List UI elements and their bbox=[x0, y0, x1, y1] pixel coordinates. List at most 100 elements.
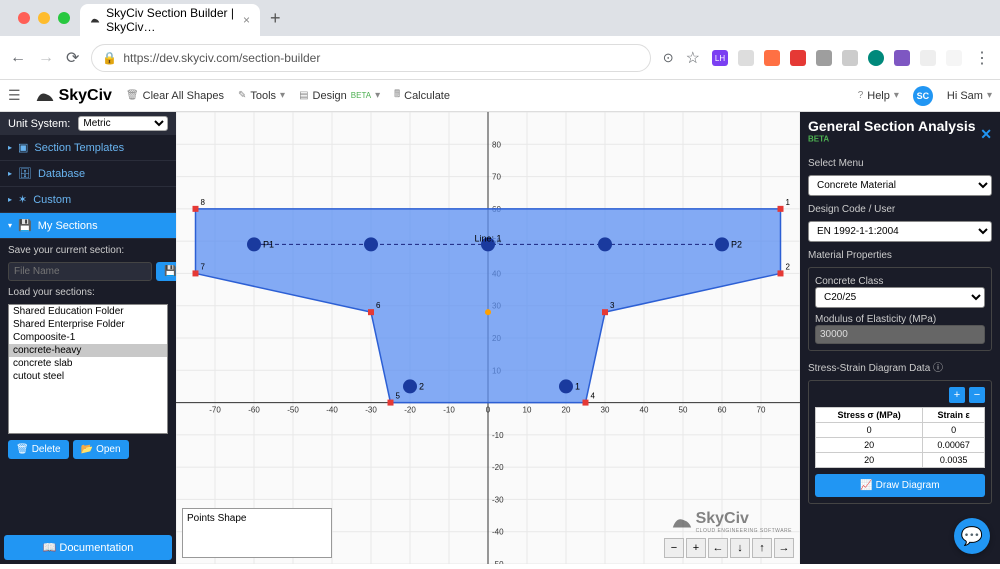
svg-text:4: 4 bbox=[591, 392, 596, 401]
analysis-panel: General Section Analysis BETA ✕ Select M… bbox=[800, 112, 1000, 564]
ss-group: + − Stress σ (MPa)Strain ε00200.00067200… bbox=[808, 380, 992, 504]
unit-label: Unit System: bbox=[8, 118, 70, 130]
skyciv-watermark: SkyCivCLOUD ENGINEERING SOFTWARE bbox=[671, 510, 792, 534]
design-menu[interactable]: ▤DesignBETA ▾ bbox=[299, 90, 380, 102]
stress-strain-table[interactable]: Stress σ (MPa)Strain ε00200.00067200.003… bbox=[815, 407, 985, 468]
remove-row-button[interactable]: − bbox=[969, 387, 985, 403]
list-item[interactable]: concrete-heavy bbox=[9, 344, 167, 357]
skyciv-logo[interactable]: SkyCiv bbox=[35, 87, 112, 105]
menu-label: Select Menu bbox=[808, 158, 992, 169]
table-header: Strain ε bbox=[923, 408, 985, 423]
tab-bar: SkyCiv Section Builder | SkyCiv… × + bbox=[0, 0, 1000, 36]
sidebar-item-database[interactable]: ▸🗄Database bbox=[0, 161, 176, 187]
window-controls[interactable] bbox=[8, 12, 80, 24]
sidebar-body: Save your current section: 💾Save Load yo… bbox=[0, 239, 176, 531]
documentation-button[interactable]: 📖 Documentation bbox=[4, 535, 172, 560]
sidebar-item-templates[interactable]: ▸▣Section Templates bbox=[0, 135, 176, 161]
svg-text:-20: -20 bbox=[492, 463, 504, 472]
svg-text:2: 2 bbox=[786, 262, 791, 271]
svg-text:0: 0 bbox=[486, 406, 491, 415]
calculate-button[interactable]: 🖩Calculate bbox=[394, 87, 450, 104]
main-layout: Unit System: Metric ▸▣Section Templates … bbox=[0, 112, 1000, 564]
user-menu[interactable]: Hi Sam ▾ bbox=[947, 90, 992, 102]
zoom-controls: − + ← ↓ ↑ → bbox=[664, 538, 794, 558]
save-icon: 💾 bbox=[18, 219, 32, 232]
extension-icon[interactable] bbox=[894, 50, 910, 66]
menu-icon[interactable]: ☰ bbox=[8, 87, 21, 104]
chevron-down-icon: ▾ bbox=[280, 90, 285, 101]
reload-button[interactable]: ⟳ bbox=[66, 48, 79, 68]
table-row[interactable]: 200.0035 bbox=[816, 453, 985, 468]
svg-text:7: 7 bbox=[201, 262, 206, 271]
pan-down-button[interactable]: ↓ bbox=[730, 538, 750, 558]
clear-shapes-button[interactable]: 🗑Clear All Shapes bbox=[126, 90, 224, 102]
extension-icon[interactable] bbox=[738, 50, 754, 66]
design-icon: ▤ bbox=[299, 90, 308, 101]
database-icon: 🗄 bbox=[18, 167, 32, 180]
url-input[interactable]: 🔒 https://dev.skyciv.com/section-builder bbox=[91, 44, 650, 72]
table-row[interactable]: 00 bbox=[816, 423, 985, 438]
draw-diagram-button[interactable]: 📈 Draw Diagram bbox=[815, 474, 985, 497]
new-tab-button[interactable]: + bbox=[260, 8, 291, 29]
info-icon[interactable]: ⓘ bbox=[933, 363, 943, 374]
extension-icon[interactable] bbox=[790, 50, 806, 66]
help-menu[interactable]: ?Help ▾ bbox=[858, 90, 899, 102]
minimize-window-icon[interactable] bbox=[38, 12, 50, 24]
forward-button[interactable]: → bbox=[38, 49, 54, 67]
chat-fab[interactable]: 💬 bbox=[954, 518, 990, 554]
menu-icon[interactable]: ⋮ bbox=[974, 48, 990, 68]
avatar[interactable]: SC bbox=[913, 86, 933, 106]
list-item[interactable]: concrete slab bbox=[9, 357, 167, 370]
svg-text:8: 8 bbox=[201, 198, 206, 207]
tools-menu[interactable]: ✎Tools ▾ bbox=[238, 90, 285, 102]
extension-icon[interactable] bbox=[764, 50, 780, 66]
back-button[interactable]: ← bbox=[10, 49, 26, 67]
bookmark-icon[interactable]: ☆ bbox=[686, 48, 700, 68]
pan-left-button[interactable]: ← bbox=[708, 538, 728, 558]
sections-listbox[interactable]: Shared Education FolderShared Enterprise… bbox=[8, 304, 168, 434]
search-icon[interactable]: ⊙ bbox=[663, 50, 674, 66]
open-button[interactable]: 📂Open bbox=[73, 440, 129, 459]
extension-icon[interactable]: LH bbox=[712, 50, 728, 66]
extension-icon[interactable] bbox=[816, 50, 832, 66]
pan-right-button[interactable]: → bbox=[774, 538, 794, 558]
extension-icon[interactable] bbox=[868, 50, 884, 66]
list-item[interactable]: Shared Enterprise Folder bbox=[9, 318, 167, 331]
filename-input[interactable] bbox=[8, 262, 152, 281]
close-tab-icon[interactable]: × bbox=[243, 13, 250, 27]
panel-title: General Section Analysis BETA ✕ bbox=[808, 118, 992, 150]
svg-text:-10: -10 bbox=[492, 431, 504, 440]
url-text: https://dev.skyciv.com/section-builder bbox=[123, 51, 320, 65]
close-panel-icon[interactable]: ✕ bbox=[980, 126, 992, 143]
zoom-out-button[interactable]: − bbox=[664, 538, 684, 558]
concrete-class-select[interactable]: C20/25 bbox=[815, 287, 985, 308]
chevron-down-icon: ▾ bbox=[8, 221, 12, 230]
chevron-right-icon: ▸ bbox=[8, 195, 12, 204]
chevron-down-icon: ▾ bbox=[987, 90, 992, 101]
list-item[interactable]: Compoosite-1 bbox=[9, 331, 167, 344]
zoom-in-button[interactable]: + bbox=[686, 538, 706, 558]
sidebar-item-custom[interactable]: ▸✶Custom bbox=[0, 187, 176, 213]
chevron-right-icon: ▸ bbox=[8, 143, 12, 152]
design-code-select[interactable]: EN 1992-1-1:2004 bbox=[808, 221, 992, 242]
section-plot[interactable]: -70-60-50-40-30-20-10010203040506070-50-… bbox=[176, 112, 800, 564]
add-row-button[interactable]: + bbox=[949, 387, 965, 403]
svg-text:6: 6 bbox=[376, 301, 381, 310]
pan-up-button[interactable]: ↑ bbox=[752, 538, 772, 558]
extension-icon[interactable] bbox=[920, 50, 936, 66]
calculator-icon: 🖩 bbox=[394, 87, 400, 104]
sidebar-item-mysections[interactable]: ▾💾My Sections bbox=[0, 213, 176, 239]
extension-icon[interactable] bbox=[842, 50, 858, 66]
section-canvas[interactable]: -70-60-50-40-30-20-10010203040506070-50-… bbox=[176, 112, 800, 564]
browser-tab[interactable]: SkyCiv Section Builder | SkyCiv… × bbox=[80, 4, 260, 36]
list-item[interactable]: cutout steel bbox=[9, 370, 167, 383]
unit-select[interactable]: Metric bbox=[78, 116, 168, 131]
list-item[interactable]: Shared Education Folder bbox=[9, 305, 167, 318]
delete-button[interactable]: 🗑Delete bbox=[8, 440, 69, 459]
maximize-window-icon[interactable] bbox=[58, 12, 70, 24]
load-label: Load your sections: bbox=[8, 287, 168, 298]
table-row[interactable]: 200.00067 bbox=[816, 438, 985, 453]
menu-select[interactable]: Concrete Material bbox=[808, 175, 992, 196]
extension-icon[interactable] bbox=[946, 50, 962, 66]
close-window-icon[interactable] bbox=[18, 12, 30, 24]
